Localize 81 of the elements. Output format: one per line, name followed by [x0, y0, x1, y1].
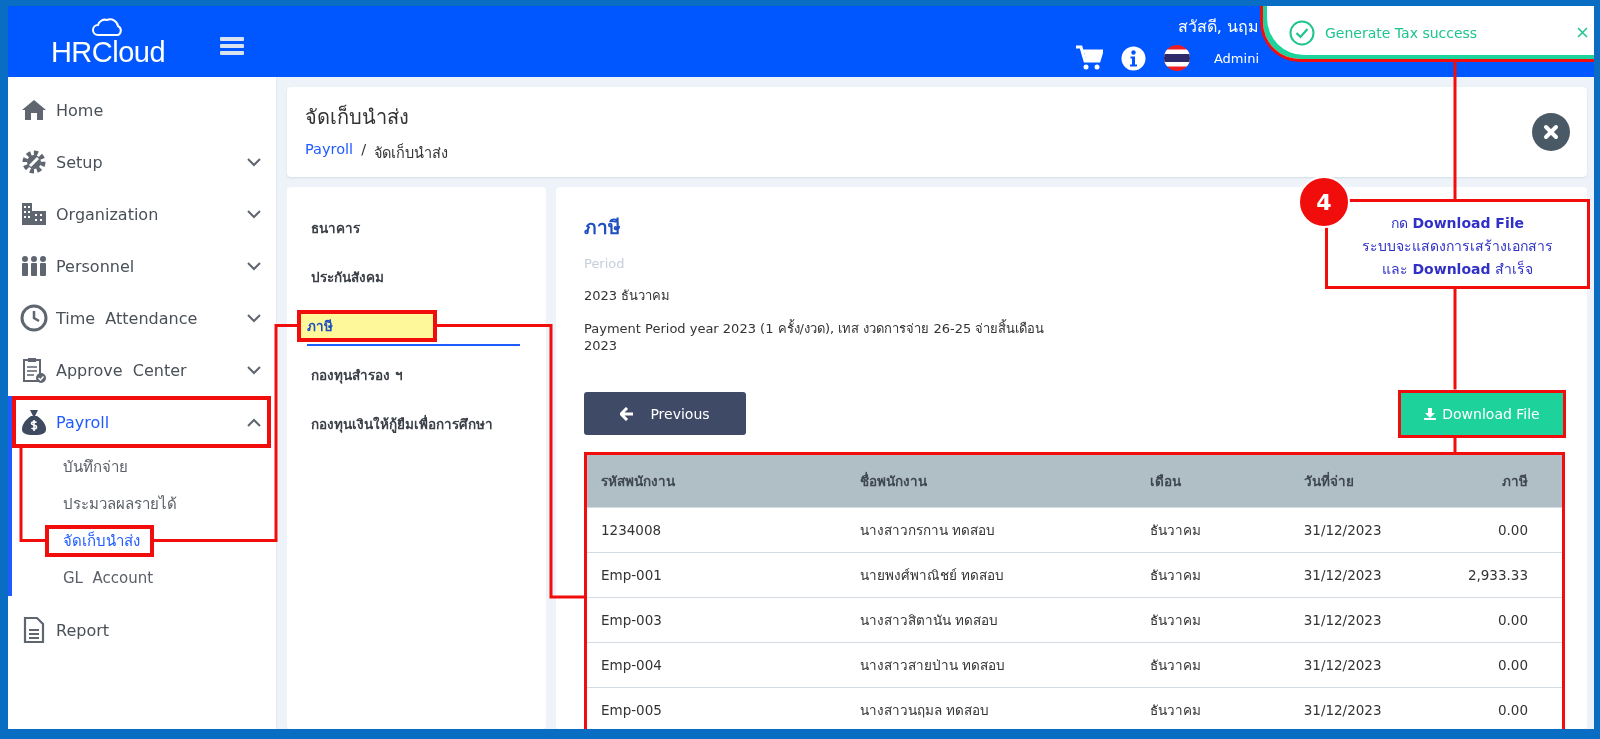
- download-icon: [1424, 407, 1437, 420]
- page-title: จัดเก็บนำส่ง: [305, 103, 410, 131]
- column-header: ภาษี: [1453, 455, 1562, 508]
- sidebar-item[interactable]: Report: [12, 604, 271, 656]
- gear-icon: [21, 149, 47, 175]
- cloud-icon: [91, 16, 125, 37]
- table-cell: ธันวาคม: [1135, 507, 1290, 553]
- close-icon: [1577, 27, 1588, 38]
- table-cell: ธันวาคม: [1135, 552, 1290, 598]
- clipboard-check-icon: [21, 356, 47, 384]
- flag-icon[interactable]: [1163, 45, 1190, 71]
- subnav-item[interactable]: ภาษี: [297, 309, 437, 342]
- sidebar-item[interactable]: Organization: [12, 188, 271, 240]
- sidebar-item[interactable]: Home: [12, 84, 271, 136]
- arrow-left-icon: [620, 406, 635, 421]
- subnav-item[interactable]: ธนาคาร: [307, 213, 364, 242]
- table-cell: Emp-005: [587, 687, 847, 729]
- table-cell: 0.00: [1453, 507, 1562, 553]
- table-cell: 31/12/2023: [1289, 507, 1454, 553]
- close-button[interactable]: [1532, 113, 1570, 151]
- submenu-item[interactable]: GL Account: [45, 564, 168, 591]
- table-cell: นางสาวกรกาน ทดสอบ: [846, 507, 1136, 553]
- submenu-item[interactable]: บันทึกจ่าย: [45, 450, 142, 483]
- table-cell: นางสาวนฤมล ทดสอบ: [846, 687, 1136, 729]
- period-value: 2023 ธันวาคม: [584, 287, 671, 305]
- table-cell: นางสาวสิตานัน ทดสอบ: [846, 597, 1136, 643]
- column-header: รหัสพนักงาน: [587, 455, 847, 508]
- table-cell: นายพงศ์พาณิชย์ ทดสอบ: [846, 552, 1136, 598]
- breadcrumb-link[interactable]: Payroll: [305, 140, 354, 164]
- sidebar-item[interactable]: Approve Center: [12, 344, 271, 396]
- column-header: ชื่อพนักงาน: [846, 455, 1136, 508]
- logo-text: HRCloud: [50, 36, 166, 67]
- column-header: เดือน: [1135, 455, 1290, 508]
- cart-icon[interactable]: [1074, 45, 1103, 71]
- info-icon[interactable]: [1120, 45, 1146, 71]
- document-icon: [22, 616, 46, 644]
- check-circle-icon: [1289, 19, 1315, 46]
- table-cell: 0.00: [1453, 642, 1562, 688]
- breadcrumb-separator: /: [361, 140, 367, 159]
- table-cell: ธันวาคม: [1135, 642, 1290, 688]
- table-cell: 31/12/2023: [1289, 552, 1454, 598]
- sidebar-item[interactable]: Personnel: [12, 240, 271, 292]
- table-cell: 31/12/2023: [1289, 687, 1454, 729]
- table-cell: 1234008: [587, 507, 847, 553]
- people-icon: [20, 255, 48, 277]
- table-cell: นางสาวสายป่าน ทดสอบ: [846, 642, 1136, 688]
- submenu-item[interactable]: ประมวลผลรายได้: [45, 487, 191, 520]
- toast-message: Generate Tax success: [1325, 24, 1478, 41]
- callout-text: กด Download File ระบบจะแสดงการเสร้างเอกสาร และ Download สำเร็จ: [1362, 213, 1553, 279]
- sidebar-item[interactable]: Payroll: [12, 396, 271, 448]
- building-icon: [20, 201, 48, 227]
- sidebar-item[interactable]: Time Attendance: [12, 292, 271, 344]
- submenu-item[interactable]: จัดเก็บนำส่ง: [45, 524, 154, 557]
- close-icon: [1543, 124, 1559, 140]
- table-cell: 31/12/2023: [1289, 642, 1454, 688]
- previous-button[interactable]: Previous: [584, 392, 746, 435]
- section-title: ภาษี: [584, 215, 621, 240]
- home-icon: [21, 98, 47, 122]
- sidebar-item[interactable]: Setup: [12, 136, 271, 188]
- subnav-item[interactable]: กองทุนเงินให้กู้ยืมเพื่อการศึกษา: [307, 409, 497, 438]
- leader-line: [1453, 437, 1457, 452]
- breadcrumb-current: จัดเก็บนำส่ง: [374, 142, 449, 163]
- table-cell: Emp-001: [587, 552, 847, 598]
- clock-icon: [20, 304, 48, 332]
- column-header: วันที่จ่าย: [1289, 455, 1454, 508]
- table-cell: 0.00: [1453, 597, 1562, 643]
- subnav-item[interactable]: ประกันสังคม: [307, 262, 388, 291]
- table-cell: Emp-004: [587, 642, 847, 688]
- user-name[interactable]: Admini: [1213, 50, 1259, 66]
- table-cell: 31/12/2023: [1289, 597, 1454, 643]
- money-bag-icon: [21, 408, 47, 436]
- table-cell: 0.00: [1453, 687, 1562, 729]
- menu-icon[interactable]: [220, 35, 244, 56]
- table-cell: ธันวาคม: [1135, 597, 1290, 643]
- table-cell: 2,933.33: [1453, 552, 1562, 598]
- greeting-text: สวัสดี, นฤม: [1177, 16, 1259, 38]
- table-cell: ธันวาคม: [1135, 687, 1290, 729]
- period-description: Payment Period year 2023 (1 ครั้ง/งวด), เทส งวดการจ่าย 26-25 จ่ายสิ้นเดือน 2023: [584, 320, 1046, 354]
- period-label: Period: [584, 256, 625, 271]
- subnav-item[interactable]: กองทุนสำรอง ฯ: [307, 360, 407, 389]
- table-cell: Emp-003: [587, 597, 847, 643]
